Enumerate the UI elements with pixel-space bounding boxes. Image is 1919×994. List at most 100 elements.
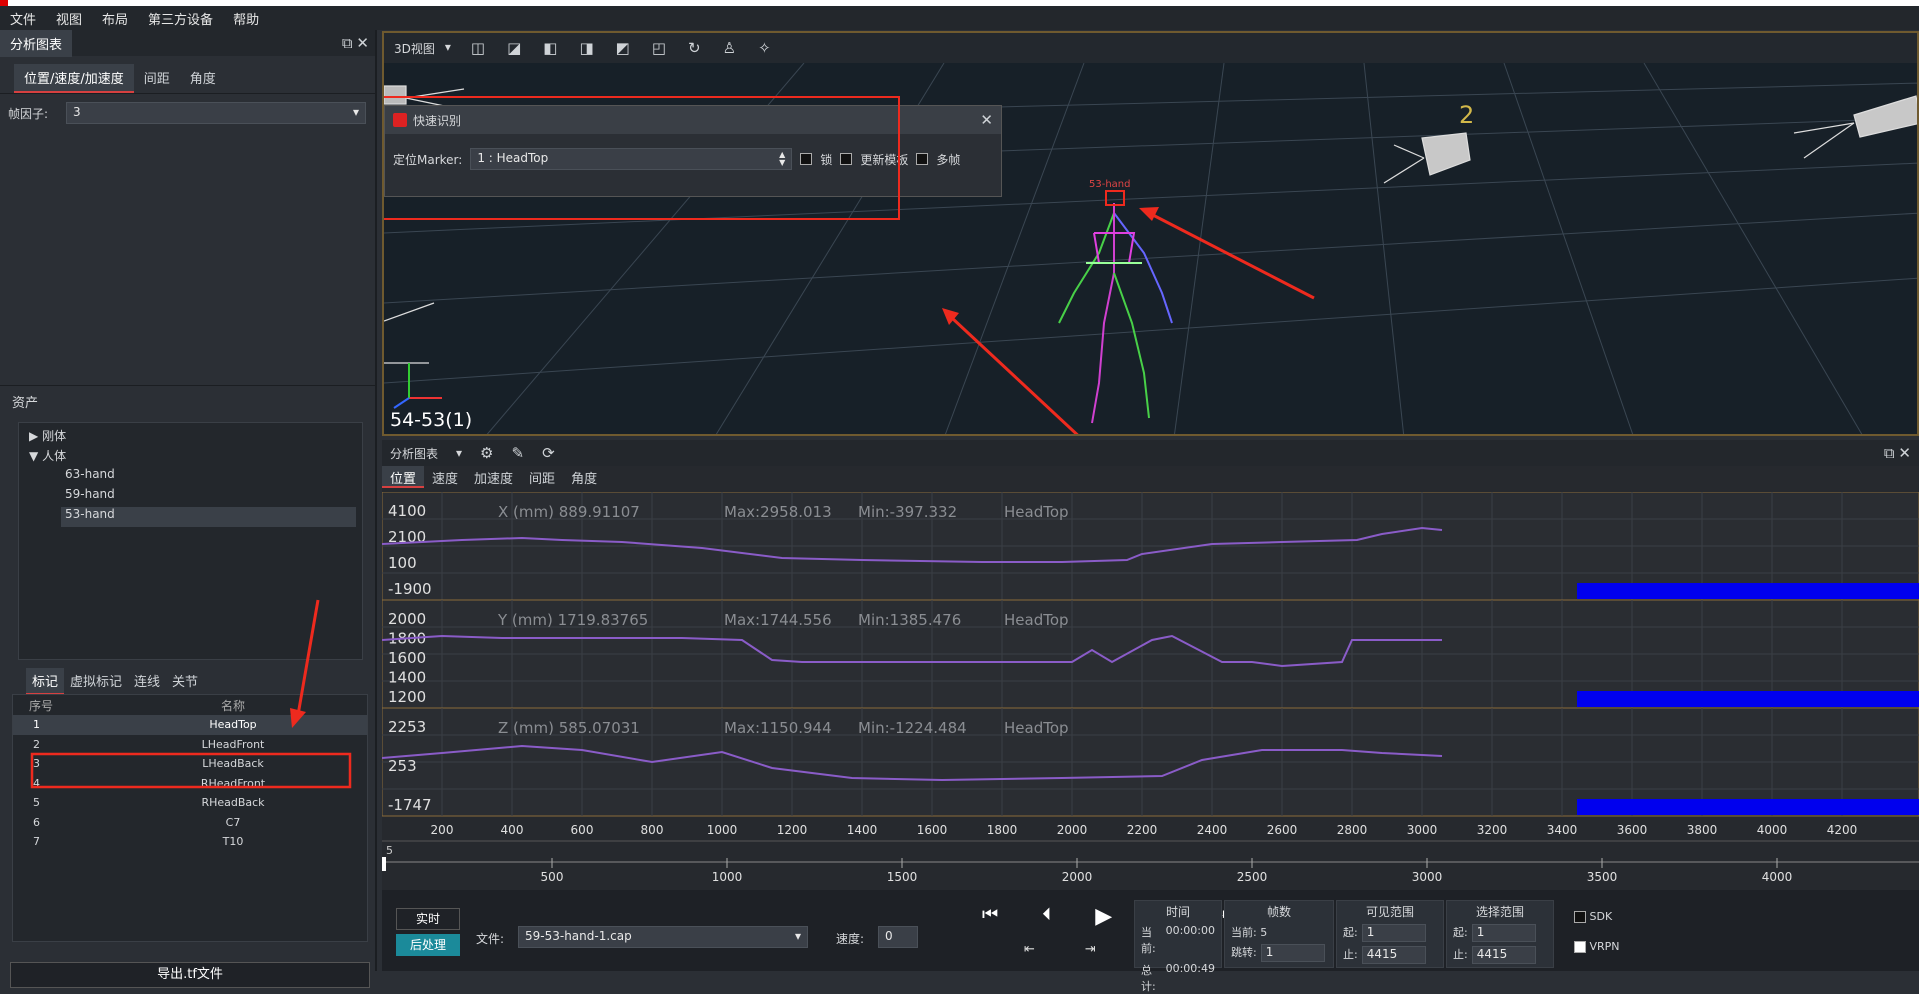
- caret-right-icon: ▶: [29, 429, 39, 443]
- prev-frame-icon[interactable]: ⏴: [1042, 904, 1051, 929]
- total-time-label: 总计:: [1141, 964, 1156, 993]
- x-tick-label: 800: [641, 823, 664, 837]
- x-tick-label: 3800: [1687, 823, 1718, 837]
- cube-left-icon[interactable]: ◧: [543, 39, 557, 57]
- table-row[interactable]: 6 C7: [13, 813, 367, 833]
- first-frame-icon[interactable]: ⏮: [982, 904, 998, 929]
- sel-start-spin[interactable]: 1: [1471, 924, 1536, 942]
- play-icon[interactable]: ▶: [1095, 904, 1112, 929]
- tab-position-velocity[interactable]: 位置/速度/加速度: [14, 64, 134, 93]
- menu-help[interactable]: 帮助: [233, 9, 259, 28]
- y-tick-label: -1747: [388, 796, 432, 814]
- close-icon[interactable]: ✕: [356, 34, 369, 52]
- series-min: Min:1385.476: [858, 611, 961, 629]
- cube-top-icon[interactable]: ◩: [616, 39, 630, 57]
- series-max: Max:1744.556: [724, 611, 832, 629]
- unsampled-range-bar: [1577, 691, 1919, 707]
- position-plots[interactable]: 41002100100-1900X (mm) 889.91107 Max:2958…: [382, 492, 1919, 882]
- tab-position[interactable]: 位置: [382, 466, 425, 488]
- x-tick-label: 3200: [1477, 823, 1508, 837]
- y-tick-label: -1900: [388, 580, 432, 598]
- tab-distance[interactable]: 间距: [134, 64, 180, 93]
- sel-end-spin[interactable]: 4415: [1471, 946, 1536, 964]
- chevron-down-icon: ▾: [794, 929, 801, 943]
- chart-panel-title: 分析图表: [390, 446, 439, 461]
- axis-gizmo: [393, 363, 442, 409]
- settings-icon[interactable]: ⚙: [480, 444, 493, 462]
- series-marker: HeadTop: [1004, 503, 1069, 521]
- sparkle-icon[interactable]: ✧: [758, 39, 771, 57]
- edit-icon[interactable]: ✎: [512, 444, 525, 462]
- frame-factor-select[interactable]: 3 ▾: [66, 102, 366, 124]
- table-row[interactable]: 5 RHeadBack: [13, 793, 367, 813]
- table-row[interactable]: 7 T10: [13, 832, 367, 852]
- vis-end-spin[interactable]: 4415: [1361, 946, 1426, 964]
- tree-item-body[interactable]: ▼ 人体: [25, 447, 356, 467]
- tab-acceleration[interactable]: 加速度: [466, 466, 521, 488]
- series-min: Min:-1224.484: [858, 719, 967, 737]
- vis-end-label: 止:: [1343, 948, 1358, 961]
- restore-icon[interactable]: ⧉: [1884, 444, 1895, 462]
- timeline-tick-label: 1000: [712, 870, 743, 882]
- x-tick-label: 3600: [1617, 823, 1648, 837]
- x-tick-label: 2000: [1057, 823, 1088, 837]
- y-tick-label: 4100: [388, 502, 426, 520]
- tab-distance[interactable]: 间距: [521, 466, 563, 488]
- restore-icon[interactable]: ⧉: [342, 34, 353, 52]
- jump-spin[interactable]: 1: [1260, 944, 1325, 962]
- tree-item-59-hand[interactable]: 59-hand: [25, 487, 356, 507]
- postprocess-button[interactable]: 后处理: [396, 934, 460, 956]
- close-icon[interactable]: ✕: [1898, 444, 1911, 462]
- camera-number: 2: [1459, 101, 1474, 129]
- menu-layout[interactable]: 布局: [102, 9, 128, 28]
- left-panel-title[interactable]: 分析图表: [0, 29, 73, 57]
- frames-group: 帧数 当前: 5 跳转: 1: [1224, 900, 1334, 968]
- cube-back-icon[interactable]: ◪: [507, 39, 521, 57]
- tab-angle[interactable]: 角度: [180, 64, 226, 93]
- menu-file[interactable]: 文件: [10, 9, 36, 28]
- tree-item-rigid[interactable]: ▶ 刚体: [25, 427, 356, 447]
- row-name: RHeadBack: [201, 796, 265, 810]
- cube-front-icon[interactable]: ◫: [471, 39, 485, 57]
- tree-item-63-hand[interactable]: 63-hand: [25, 467, 356, 487]
- y-tick-label: 1600: [388, 649, 426, 667]
- tree-item-label: 刚体: [42, 429, 67, 443]
- vrpn-label: VRPN: [1589, 940, 1620, 953]
- vis-start-spin[interactable]: 1: [1361, 924, 1426, 942]
- timeline-start-label: 5: [386, 844, 393, 857]
- chevron-down-icon[interactable]: ▾: [456, 446, 462, 460]
- series-min: Min:-397.332: [858, 503, 957, 521]
- frames-title: 帧数: [1266, 905, 1291, 919]
- tab-velocity[interactable]: 速度: [424, 466, 466, 488]
- sdk-checkbox[interactable]: [1574, 911, 1586, 923]
- timeline-tick-label: 500: [541, 870, 564, 882]
- realtime-button[interactable]: 实时: [396, 908, 460, 930]
- menu-view[interactable]: 视图: [56, 9, 82, 28]
- tab-angle[interactable]: 角度: [563, 466, 605, 488]
- view-mode-select[interactable]: 3D视图 ▾: [394, 40, 451, 57]
- multi-frame-checkbox[interactable]: [916, 153, 929, 165]
- y-tick-label: 100: [388, 554, 417, 572]
- dialog-close-icon[interactable]: ✕: [980, 111, 993, 129]
- cur-time-label: 当前:: [1141, 926, 1156, 955]
- cube-right-icon[interactable]: ◨: [579, 39, 593, 57]
- cube-bottom-icon[interactable]: ◰: [652, 39, 666, 57]
- refresh-icon[interactable]: ↻: [688, 39, 701, 57]
- vrpn-checkbox[interactable]: [1574, 941, 1586, 953]
- caret-down-icon: ▼: [29, 449, 39, 463]
- range-start-icon[interactable]: ⇤: [1024, 942, 1035, 957]
- speed-value: 0: [885, 929, 893, 943]
- x-tick-label: 1000: [707, 823, 738, 837]
- speed-spin[interactable]: 0: [878, 926, 918, 948]
- row-name: T10: [222, 835, 244, 849]
- tree-item-53-hand[interactable]: 53-hand: [61, 507, 356, 527]
- skeleton-icon[interactable]: ♙: [723, 39, 736, 57]
- sync-icon[interactable]: ⟳: [542, 444, 555, 462]
- range-end-icon[interactable]: ⇥: [1085, 942, 1096, 957]
- timeline-tick-label: 2500: [1237, 870, 1268, 882]
- left-panel-header: 分析图表 ⧉ ✕: [0, 29, 375, 57]
- file-select[interactable]: 59-53-hand-1.cap ▾: [518, 926, 808, 948]
- timeline-tick-label: 4000: [1762, 870, 1793, 882]
- menu-third-party[interactable]: 第三方设备: [148, 9, 213, 28]
- export-button[interactable]: 导出.tf文件: [10, 962, 370, 988]
